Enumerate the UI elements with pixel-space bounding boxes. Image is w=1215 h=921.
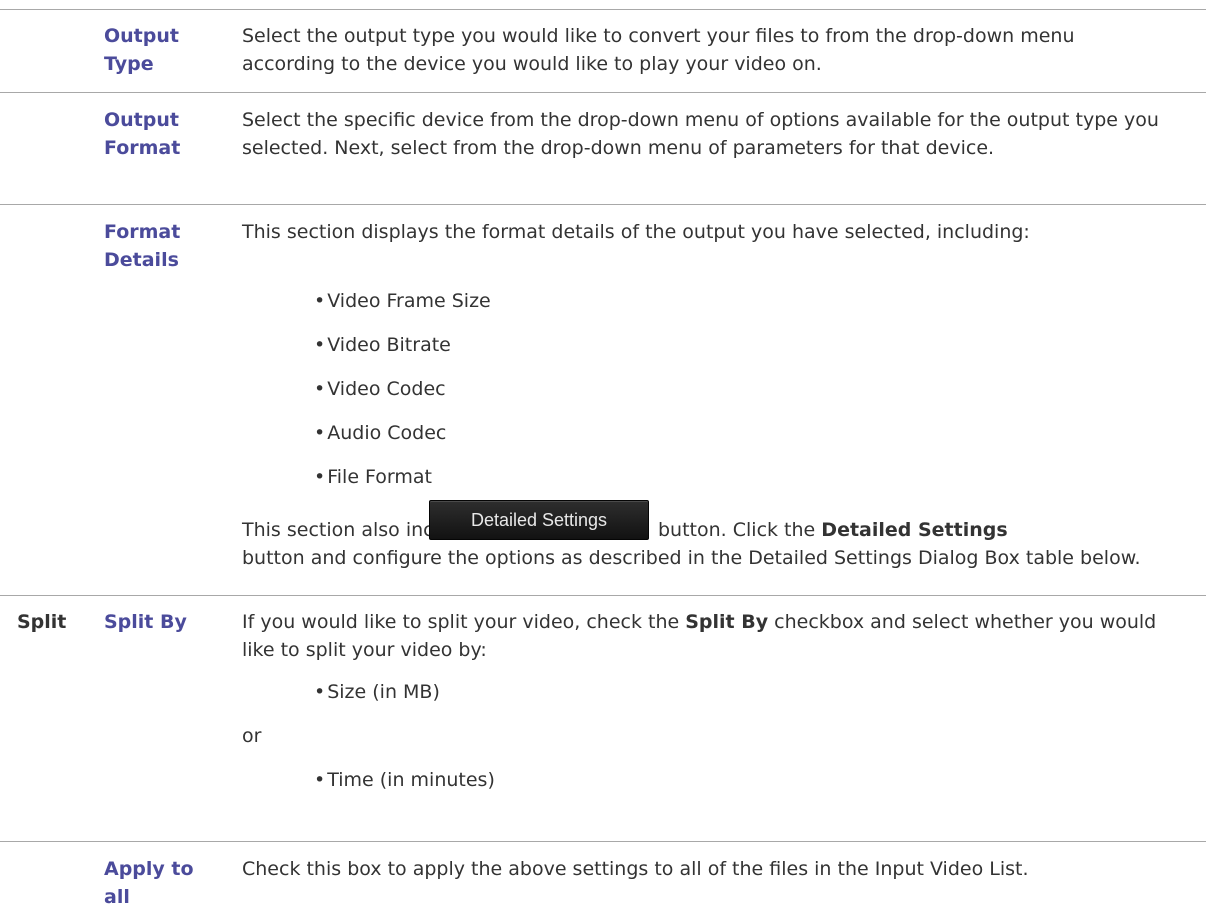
list-item: Audio Codec bbox=[314, 419, 446, 447]
button-sentence-bold: Detailed Settings bbox=[821, 519, 1008, 541]
row-divider bbox=[0, 595, 1206, 596]
split-intro-pre: If you would like to split your video, c… bbox=[242, 611, 680, 633]
description-split-by: If you would like to split your video, c… bbox=[242, 608, 1172, 664]
list-item: Size (in MB) bbox=[314, 678, 440, 706]
split-connector: or bbox=[242, 725, 262, 747]
button-sentence-mid: button. Click the bbox=[658, 519, 816, 541]
term-output-type: Output Type bbox=[104, 25, 179, 75]
list-item: Video Bitrate bbox=[314, 331, 451, 359]
term-output-format: Output Format bbox=[104, 109, 181, 159]
list-item: Video Frame Size bbox=[314, 287, 491, 315]
description-format-details: This section displays the format details… bbox=[242, 221, 1030, 243]
list-item: Time (in minutes) bbox=[314, 766, 495, 794]
description-apply-to-all: Check this box to apply the above settin… bbox=[242, 858, 1029, 880]
row-divider bbox=[0, 92, 1206, 93]
term-split-by: Split By bbox=[104, 611, 187, 633]
list-item: Video Codec bbox=[314, 375, 445, 403]
row-divider bbox=[0, 9, 1206, 10]
button-sentence-end: Detailed Settingsbutton and configure th… bbox=[242, 544, 1182, 572]
detailed-settings-button: Detailed Settings bbox=[429, 500, 649, 540]
list-item: File Format bbox=[314, 463, 432, 491]
button-sentence-continue: button. Click the Detailed Settings bbox=[658, 516, 1178, 544]
row-divider bbox=[0, 841, 1206, 842]
description-output-type: Select the output type you would like to… bbox=[242, 25, 1075, 75]
category-split: Split bbox=[17, 611, 67, 633]
row-divider bbox=[0, 204, 1206, 205]
description-output-format: Select the specific device from the drop… bbox=[242, 109, 1159, 159]
term-format-details: Format Details bbox=[104, 221, 181, 271]
term-apply-to-all: Apply to all bbox=[104, 858, 194, 908]
button-sentence-post: button and configure the options as desc… bbox=[242, 547, 1141, 569]
split-intro-bold: Split By bbox=[685, 611, 769, 633]
